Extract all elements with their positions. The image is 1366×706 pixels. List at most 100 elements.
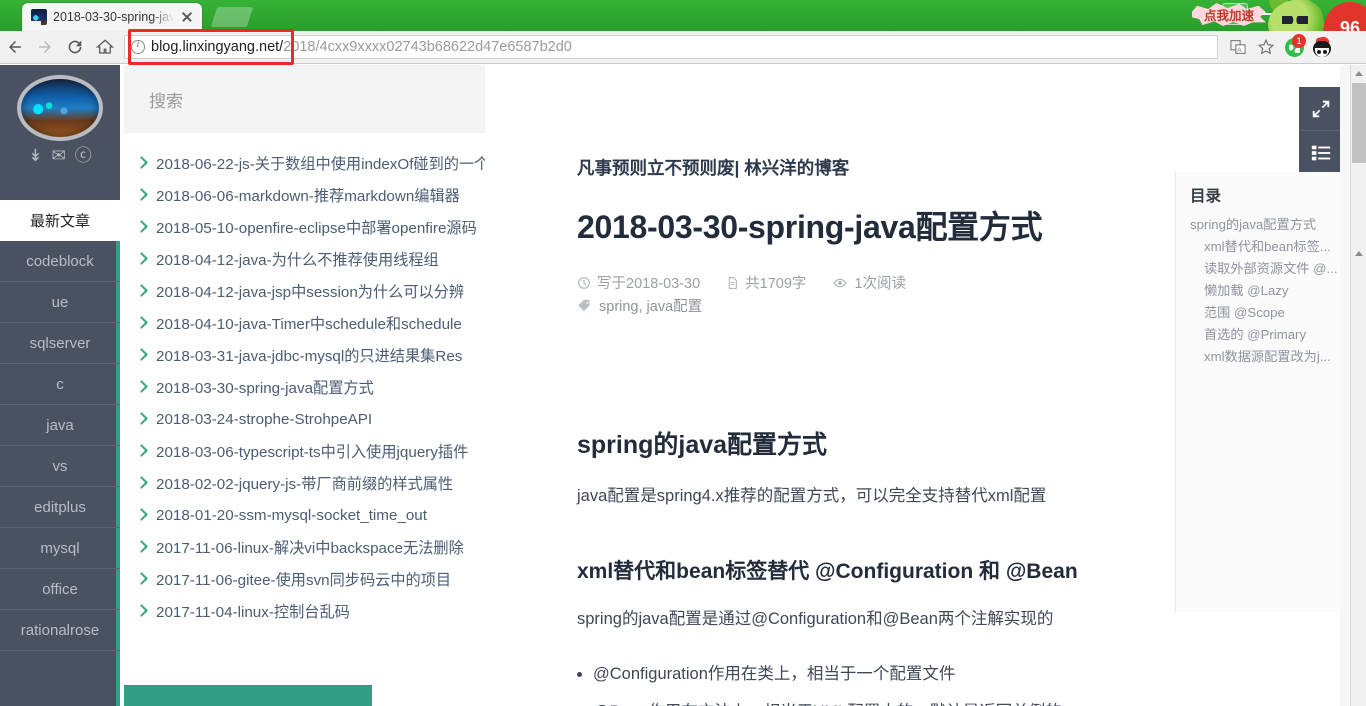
sidebar-item-codeblock[interactable]: codeblock [0,241,120,282]
site-info-icon[interactable] [131,39,145,54]
article-meta: 写于2018-03-30 共1709字 1次阅读 [577,272,906,293]
list-item[interactable]: 2018-06-22-js-关于数组中使用indexOf碰到的一个问题 [124,147,485,179]
list-item[interactable]: 2018-02-02-jquery-js-带厂商前缀的样式属性 [124,467,485,499]
list-item[interactable]: 2018-01-20-ssm-mysql-socket_time_out [124,499,485,531]
meta-views-text: 1次阅读 [854,276,907,292]
sidebar-item-rationalrose[interactable]: rationalrose [0,610,120,651]
chevron-right-icon [136,604,147,618]
toc-item[interactable]: xml数据源配置改为j... [1190,346,1365,368]
chevron-right-icon [136,412,147,426]
post-title: 2017-11-04-linux-控制台乱码 [156,604,350,621]
toc-list-icon[interactable] [1299,131,1343,175]
tab-close-icon[interactable] [180,10,194,24]
post-title: 2018-06-22-js-关于数组中使用indexOf碰到的一个问题 [156,156,485,173]
list-item[interactable]: 2018-04-10-java-Timer中schedule和schedule [124,307,485,339]
sidebar-item-label: office [42,580,78,598]
sidebar-item-mysql[interactable]: mysql [0,528,120,569]
menu-icon[interactable] [1336,31,1364,64]
article-column: 凡事预则立不预则废| 林兴洋的博客 2018-03-30-spring-java… [485,65,1365,706]
list-item[interactable]: 2018-03-31-java-jdbc-mysql的只进结果集Res [124,339,485,371]
bottom-accent-bar [124,685,372,706]
toc-item[interactable]: 懒加载 @Lazy [1190,280,1365,302]
chevron-right-icon [136,252,147,266]
toc-item[interactable]: spring的java配置方式 [1190,214,1365,236]
toc-item[interactable]: 范围 @Scope [1190,302,1365,324]
star-icon[interactable] [1252,31,1280,64]
table-of-contents: 目录 spring的java配置方式 xml替代和bean标签... 读取外部资… [1175,172,1365,612]
post-title: 2018-06-06-markdown-推荐markdown编辑器 [156,188,460,205]
chrome-browser-window: 2018-03-30-spring-jav 点我加速 96 i blog.lin… [0,0,1366,706]
reload-icon[interactable] [60,31,90,64]
panda-extension-icon[interactable] [1308,31,1336,64]
post-title: 2018-03-24-strophe-StrohpeAPI [156,410,373,428]
list-item[interactable]: 2017-11-04-linux-控制台乱码 [124,595,485,627]
url-path: 2018/4cxx9xxxx02743b68622d47e6587b2d0 [283,39,572,55]
search-input[interactable]: 搜索 [124,65,485,133]
site-sidebar: ↡ ✉ ⓒ 最新文章 codeblock ue sqlserver c java… [0,65,120,706]
sidebar-item-java[interactable]: java [0,405,120,446]
list-item[interactable]: 2017-11-06-linux-解决vi中backspace无法删除 [124,531,485,563]
list-item[interactable]: 2018-04-12-java-为什么不推荐使用线程组 [124,243,485,275]
browser-tab[interactable]: 2018-03-30-spring-jav [22,3,202,31]
clock-icon [578,276,590,289]
post-title: 2018-04-12-java-jsp中session为什么可以分辨 [156,284,465,301]
sidebar-item-editplus[interactable]: editplus [0,487,120,528]
list-item[interactable]: 2018-05-10-openfire-eclipse中部署openfire源码 [124,211,485,243]
list-item[interactable]: 2018-03-24-strophe-StrohpeAPI [124,403,485,435]
post-title: 2018-02-02-jquery-js-带厂商前缀的样式属性 [156,476,454,493]
mail-icon[interactable]: ✉ [52,147,66,164]
list-item[interactable]: 2018-03-06-typescript-ts中引入使用jquery插件 [124,435,485,467]
tab-title: 2018-03-30-spring-jav [53,10,174,24]
expand-icon[interactable] [1299,87,1343,131]
sidebar-item-label: c [56,375,64,393]
chevron-right-icon [136,316,147,330]
post-list-column: 搜索 2018-06-22-js-关于数组中使用indexOf碰到的一个问题 2… [124,65,485,706]
new-tab-icon[interactable] [210,7,254,27]
post-title: 2018-03-06-typescript-ts中引入使用jquery插件 [156,444,469,461]
list-item[interactable]: 2018-06-06-markdown-推荐markdown编辑器 [124,179,485,211]
page-title: 2018-03-30-spring-java配置方式 [577,209,1043,245]
page-scrollbar[interactable] [1350,65,1366,706]
list-item[interactable]: 2018-03-30-spring-java配置方式 [124,371,485,403]
github-icon[interactable]: ⓒ [75,147,92,164]
sidebar-item-c[interactable]: c [0,364,120,405]
meta-words-text: 共1709字 [745,276,807,292]
toc-title: 目录 [1190,188,1222,205]
chevron-right-icon [136,508,147,522]
post-list: 2018-06-22-js-关于数组中使用indexOf碰到的一个问题 2018… [124,133,485,627]
scroll-up-icon[interactable] [1351,65,1366,81]
article-heading-2: spring的java配置方式 [577,431,828,459]
list-item[interactable]: 2017-11-06-gitee-使用svn同步码云中的项目 [124,563,485,595]
sidebar-item-office[interactable]: office [0,569,120,610]
toc-item[interactable]: 读取外部资源文件 @... [1190,258,1365,280]
address-bar[interactable]: blog.linxingyang.net/ 2018/4cxx9xxxx0274… [124,35,1218,59]
list-item[interactable]: 2018-04-12-java-jsp中session为什么可以分辨 [124,275,485,307]
favicon-icon [31,9,47,25]
post-title: 2018-05-10-openfire-eclipse中部署openfire源码 [156,220,477,237]
article-bullet-list: @Configuration作用在类上，相当于一个配置文件 @Bean作用在方法… [593,660,1062,706]
chevron-right-icon [136,540,147,554]
rss-icon[interactable]: ↡ [28,147,42,164]
translate-icon[interactable]: A [1224,31,1252,64]
scroll-down-icon[interactable] [1351,245,1366,261]
scrollbar-thumb[interactable] [1352,83,1366,163]
document-icon [728,276,737,289]
meta-words: 共1709字 [726,272,806,293]
post-title: 2017-11-06-gitee-使用svn同步码云中的项目 [156,572,452,589]
chevron-right-icon [136,476,147,490]
back-arrow-icon[interactable] [0,31,30,64]
sidebar-item-label: sqlserver [29,334,91,352]
social-links: ↡ ✉ ⓒ [28,147,92,164]
sidebar-item-vs[interactable]: vs [0,446,120,487]
tags-text[interactable]: spring, java配置 [599,295,702,316]
dot-badge [1292,34,1306,48]
sidebar-item-ue[interactable]: ue [0,282,120,323]
sidebar-item-latest[interactable]: 最新文章 [0,200,120,241]
sidebar-item-sqlserver[interactable]: sqlserver [0,323,120,364]
chevron-right-icon [136,284,147,298]
toc-item[interactable]: xml替代和bean标签... [1190,236,1365,258]
content-scrollbar[interactable] [1340,65,1350,706]
svg-text:A: A [1237,47,1242,54]
toc-item[interactable]: 首选的 @Primary [1190,324,1365,346]
home-icon[interactable] [90,31,120,64]
